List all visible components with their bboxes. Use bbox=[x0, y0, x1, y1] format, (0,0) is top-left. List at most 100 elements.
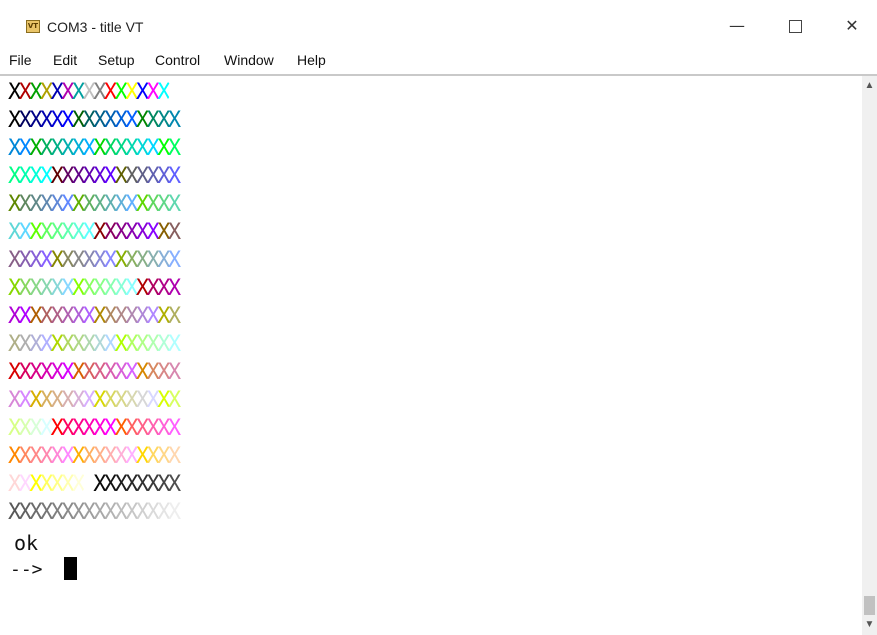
terminal-line: XXXXXXXXXXXXXXXX bbox=[8, 192, 181, 218]
color-cell: X bbox=[18, 164, 32, 189]
color-cell: X bbox=[167, 80, 181, 105]
terminal-line: XXXXXXXXXXXXXXXX bbox=[8, 332, 181, 358]
title-bar[interactable]: VT COM3 - title VT — ✕ bbox=[0, 0, 877, 48]
color-cell: X bbox=[93, 220, 106, 245]
color-cell: X bbox=[125, 416, 138, 441]
menu-file[interactable]: File bbox=[9, 52, 32, 68]
color-cell: X bbox=[82, 360, 96, 385]
terminal-output[interactable]: ok --> XXXXXXXXXXXXXXXX XXXXXXXXXXXXXXXX X… bbox=[0, 76, 862, 635]
color-cell: X bbox=[18, 108, 32, 133]
color-cell: X bbox=[71, 332, 85, 357]
color-cell: X bbox=[146, 108, 160, 133]
color-cell: X bbox=[29, 108, 42, 133]
menu-window[interactable]: Window bbox=[224, 52, 274, 68]
color-cell: X bbox=[50, 332, 64, 357]
color-cell: X bbox=[82, 136, 96, 161]
menu-control[interactable]: Control bbox=[155, 52, 200, 68]
color-cell: X bbox=[114, 276, 128, 301]
color-cell: X bbox=[167, 164, 181, 189]
maximize-icon bbox=[788, 20, 802, 33]
color-cell: X bbox=[39, 388, 53, 413]
scroll-down-arrow-icon[interactable]: ▼ bbox=[862, 617, 877, 633]
color-cell: X bbox=[18, 416, 32, 441]
color-cell: X bbox=[93, 416, 106, 441]
menu-setup[interactable]: Setup bbox=[98, 52, 135, 68]
color-cell: X bbox=[157, 332, 170, 357]
color-cell: X bbox=[61, 360, 74, 385]
color-cell: X bbox=[18, 360, 32, 385]
color-cell: X bbox=[71, 80, 85, 105]
color-cell: X bbox=[103, 276, 117, 301]
terminal-line: XXXXXXXXXXXXXXXX bbox=[8, 136, 181, 162]
color-cell: X bbox=[82, 192, 96, 217]
terminal-line: XXXXXXXXXXXXXXXX bbox=[8, 80, 181, 106]
color-cell: X bbox=[71, 500, 85, 525]
color-cell: X bbox=[29, 248, 42, 273]
color-cell: X bbox=[82, 108, 96, 133]
command-prompt: --> bbox=[10, 559, 43, 580]
color-cell: X bbox=[135, 388, 149, 413]
minimize-button[interactable]: — bbox=[714, 10, 760, 42]
color-cell: X bbox=[71, 276, 85, 301]
close-button[interactable]: ✕ bbox=[829, 10, 875, 42]
color-cell: X bbox=[125, 136, 138, 161]
color-cell: X bbox=[71, 164, 85, 189]
color-cell: X bbox=[114, 388, 128, 413]
color-cell: X bbox=[61, 472, 74, 497]
color-cell: X bbox=[125, 304, 138, 329]
color-cell: X bbox=[29, 472, 42, 497]
color-cell: X bbox=[29, 276, 42, 301]
color-cell: X bbox=[8, 276, 21, 301]
color-cell: X bbox=[71, 192, 85, 217]
color-cell: X bbox=[61, 192, 74, 217]
color-cell: X bbox=[103, 360, 117, 385]
color-cell: X bbox=[146, 136, 160, 161]
scrollbar-thumb[interactable] bbox=[864, 596, 875, 615]
color-cell: X bbox=[39, 80, 53, 105]
ok-response: ok bbox=[14, 531, 39, 555]
color-cell: X bbox=[93, 80, 106, 105]
color-cell: X bbox=[82, 416, 96, 441]
color-cell: X bbox=[39, 220, 53, 245]
color-cell: X bbox=[135, 360, 149, 385]
color-cell: X bbox=[50, 360, 64, 385]
color-cell: X bbox=[50, 388, 64, 413]
scroll-up-arrow-icon[interactable]: ▲ bbox=[862, 78, 877, 94]
color-cell: X bbox=[18, 80, 32, 105]
color-cell: X bbox=[29, 164, 42, 189]
color-cell: X bbox=[71, 136, 85, 161]
color-cell: X bbox=[61, 108, 74, 133]
color-cell: X bbox=[82, 444, 96, 469]
color-cell: X bbox=[82, 164, 96, 189]
color-cell: X bbox=[167, 444, 181, 469]
maximize-button[interactable] bbox=[772, 10, 818, 42]
menu-edit[interactable]: Edit bbox=[53, 52, 77, 68]
color-cell: X bbox=[103, 332, 117, 357]
color-cell: X bbox=[29, 192, 42, 217]
color-cell: X bbox=[82, 276, 96, 301]
terminal-line: XXXXXXXXXXXXXXXX bbox=[8, 108, 181, 134]
color-cell: X bbox=[157, 444, 170, 469]
text-cursor bbox=[64, 557, 77, 580]
color-cell: X bbox=[50, 108, 64, 133]
vertical-scrollbar[interactable]: ▲ ▼ bbox=[862, 76, 877, 635]
menu-help[interactable]: Help bbox=[297, 52, 326, 68]
color-cell: X bbox=[157, 248, 170, 273]
terminal-line: XXXXXXXXXXXXXXXX bbox=[8, 164, 181, 190]
color-cell: X bbox=[61, 416, 74, 441]
terminal-line: XXXXXXXXXXXXXXXX bbox=[8, 444, 181, 470]
color-cell: X bbox=[39, 332, 53, 357]
color-cell: X bbox=[167, 472, 181, 497]
color-cell: X bbox=[8, 416, 21, 441]
color-cell: X bbox=[114, 136, 128, 161]
color-cell: X bbox=[157, 416, 170, 441]
color-cell: X bbox=[125, 444, 138, 469]
color-cell: X bbox=[8, 192, 21, 217]
color-cell: X bbox=[103, 164, 117, 189]
color-cell: X bbox=[125, 276, 138, 301]
color-cell: X bbox=[146, 416, 160, 441]
color-cell: X bbox=[125, 220, 138, 245]
color-cell: X bbox=[114, 360, 128, 385]
color-cell: X bbox=[71, 304, 85, 329]
color-cell: X bbox=[93, 444, 106, 469]
